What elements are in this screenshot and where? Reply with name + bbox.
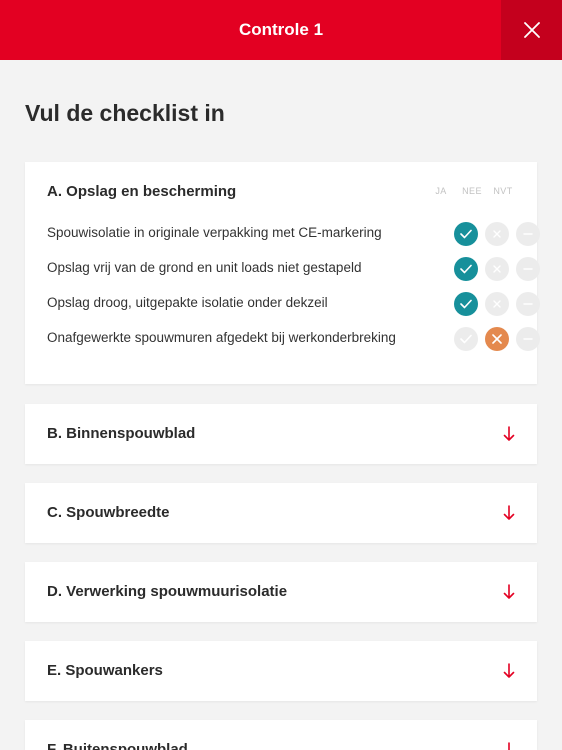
checklist-item: Opslag droog, uitgepakte isolatie onder …	[47, 291, 540, 317]
minus-icon	[523, 303, 533, 305]
minus-icon	[523, 233, 533, 235]
section-f-card[interactable]: F. Buitenspouwblad	[25, 720, 537, 750]
section-title: F. Buitenspouwblad	[47, 741, 188, 750]
close-button[interactable]	[501, 0, 562, 60]
section-title: E. Spouwankers	[47, 662, 163, 679]
cross-icon	[493, 265, 501, 273]
column-header-nee: NEE	[462, 186, 482, 196]
column-header-ja: JA	[435, 186, 447, 196]
option-nvt-button[interactable]	[516, 222, 540, 246]
arrow-down-icon[interactable]	[503, 584, 515, 600]
arrow-down-icon[interactable]	[503, 505, 515, 521]
checklist-item-label: Onafgewerkte spouwmuren afgedekt bij wer…	[47, 330, 396, 345]
cross-icon	[493, 300, 501, 308]
option-nvt-button[interactable]	[516, 257, 540, 281]
minus-icon	[523, 338, 533, 340]
check-icon	[460, 299, 472, 309]
page-header-title: Controle 1	[238, 20, 324, 39]
checklist-item: Spouwisolatie in originale verpakking me…	[47, 221, 540, 247]
option-ja-button[interactable]	[454, 292, 478, 316]
check-icon	[460, 334, 472, 344]
header-bar: Controle 1	[0, 0, 562, 60]
option-nee-button[interactable]	[485, 257, 509, 281]
section-title: A. Opslag en bescherming	[47, 183, 237, 200]
section-e-card[interactable]: E. Spouwankers	[25, 641, 537, 701]
arrow-down-icon[interactable]	[503, 663, 515, 679]
arrow-down-icon[interactable]	[503, 742, 515, 750]
option-ja-button[interactable]	[454, 257, 478, 281]
section-d-card[interactable]: D. Verwerking spouwmuurisolatie	[25, 562, 537, 622]
checklist-item: Opslag vrij van de grond en unit loads n…	[47, 256, 540, 282]
close-icon	[523, 22, 540, 38]
column-header-nvt: NVT	[493, 186, 513, 196]
check-icon	[460, 264, 472, 274]
section-title: B. Binnenspouwblad	[47, 425, 196, 442]
section-title: C. Spouwbreedte	[47, 504, 170, 521]
section-c-card[interactable]: C. Spouwbreedte	[25, 483, 537, 543]
option-ja-button[interactable]	[454, 327, 478, 351]
cross-icon	[492, 334, 502, 344]
option-nee-button[interactable]	[485, 327, 509, 351]
checklist-item-label: Opslag vrij van de grond en unit loads n…	[47, 260, 362, 275]
cross-icon	[493, 230, 501, 238]
option-nee-button[interactable]	[485, 222, 509, 246]
section-b-card[interactable]: B. Binnenspouwblad	[25, 404, 537, 464]
option-ja-button[interactable]	[454, 222, 478, 246]
checklist-item-label: Opslag droog, uitgepakte isolatie onder …	[47, 295, 328, 310]
arrow-down-icon[interactable]	[503, 426, 515, 442]
section-title: D. Verwerking spouwmuurisolatie	[47, 583, 288, 600]
option-nee-button[interactable]	[485, 292, 509, 316]
page-title: Vul de checklist in	[25, 100, 225, 126]
option-nvt-button[interactable]	[516, 292, 540, 316]
option-nvt-button[interactable]	[516, 327, 540, 351]
minus-icon	[523, 268, 533, 270]
check-icon	[460, 229, 472, 239]
checklist-item-label: Spouwisolatie in originale verpakking me…	[47, 225, 382, 240]
checklist-item: Onafgewerkte spouwmuren afgedekt bij wer…	[47, 326, 540, 352]
